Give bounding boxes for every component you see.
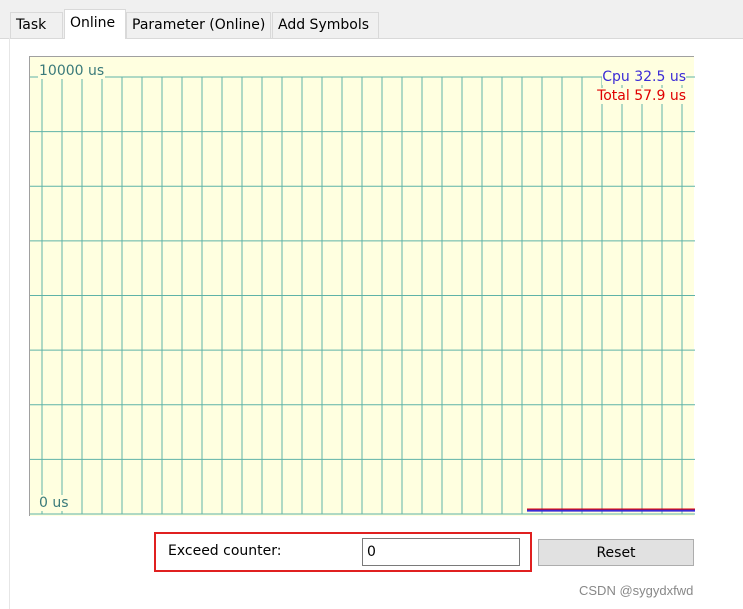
tab-parameter-online[interactable]: Parameter (Online)	[126, 12, 271, 38]
exceed-counter-label: Exceed counter:	[168, 543, 282, 559]
watermark: CSDN @sygydxfwd	[579, 583, 694, 598]
tab-parameter-label: Parameter (Online)	[132, 17, 266, 33]
y-max-label: 10000 us	[38, 63, 106, 79]
tab-task[interactable]: Task	[10, 12, 63, 38]
tab-bar: Task Online Parameter (Online) Add Symbo…	[0, 0, 743, 39]
tab-task-label: Task	[16, 17, 47, 33]
tab-online-label: Online	[70, 15, 116, 31]
tab-add-symbols[interactable]: Add Symbols	[272, 12, 379, 38]
tab-add-symbols-label: Add Symbols	[278, 17, 369, 33]
load-chart: 10000 us 0 us Cpu 32.5 us Total 57.9 us	[29, 56, 695, 516]
total-legend: Total 57.9 us	[597, 88, 686, 104]
reset-button[interactable]: Reset	[538, 539, 694, 566]
cpu-legend: Cpu 32.5 us	[602, 69, 686, 85]
y-min-label: 0 us	[38, 495, 70, 511]
load-chart-svg	[30, 76, 695, 515]
exceed-counter-field[interactable]	[362, 538, 520, 566]
tab-online[interactable]: Online	[64, 9, 126, 39]
panel-divider	[9, 38, 10, 609]
